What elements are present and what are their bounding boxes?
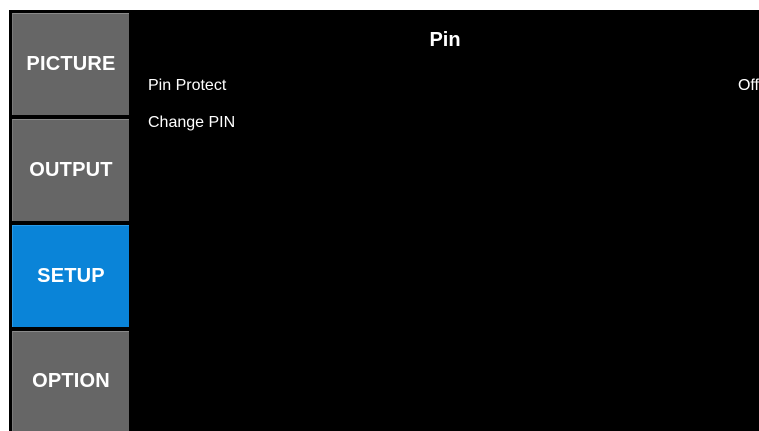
sidebar-item-label: OPTION <box>32 370 110 392</box>
menu-item-label: Change PIN <box>148 114 236 131</box>
sidebar-item-label: OUTPUT <box>29 159 113 181</box>
panel-title: Pin <box>429 29 461 51</box>
menu-item-value: Off <box>737 77 759 94</box>
sidebar-item-picture[interactable]: PICTURE <box>12 13 129 115</box>
sidebar-nav: PICTURE OUTPUT SETUP OPTION <box>9 10 131 431</box>
menu-item-label: Pin Protect <box>148 77 227 94</box>
menu-item-change-pin[interactable]: Change PIN <box>148 114 759 136</box>
sidebar-item-label: PICTURE <box>26 53 116 75</box>
osd-menu: PICTURE OUTPUT SETUP OPTION Pin Pin Prot… <box>9 10 759 431</box>
menu-item-pin-protect[interactable]: Pin Protect Off <box>148 77 759 99</box>
sidebar-item-setup[interactable]: SETUP <box>12 225 129 327</box>
settings-panel: Pin Pin Protect Off Change PIN <box>131 10 759 431</box>
sidebar-item-output[interactable]: OUTPUT <box>12 119 129 221</box>
sidebar-item-option[interactable]: OPTION <box>12 331 129 431</box>
sidebar-item-label: SETUP <box>37 265 105 287</box>
